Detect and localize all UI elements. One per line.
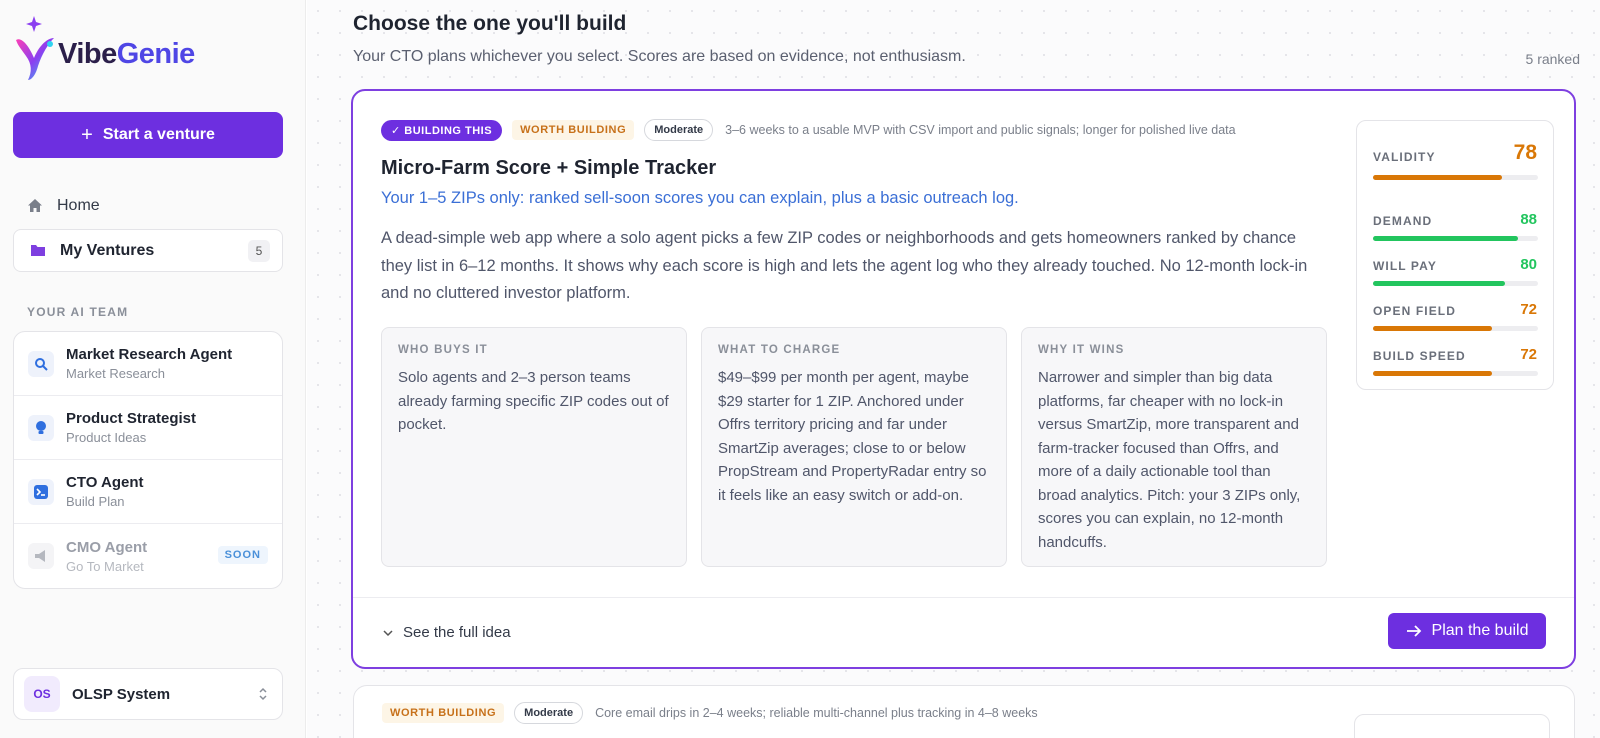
idea-description: A dead-simple web app where a solo agent… [381, 229, 1308, 302]
folder-icon [31, 245, 45, 256]
why-it-wins-box: WHY IT WINS Narrower and simpler than bi… [1021, 327, 1327, 567]
nav-my-ventures[interactable]: My Ventures 5 [13, 229, 283, 272]
agent-market-research[interactable]: Market Research Agent Market Research [14, 332, 282, 396]
agent-subtitle: Go To Market [66, 558, 144, 574]
score-label: OPEN FIELD [1373, 304, 1457, 318]
arrow-right-icon [1406, 625, 1421, 637]
score-value: 80 [1520, 256, 1537, 273]
sidebar: VibeGenie + Start a venture Home My Vent… [0, 0, 306, 738]
agent-cmo: CMO Agent Go To Market SOON [14, 524, 282, 588]
agent-subtitle: Market Research [66, 366, 165, 381]
check-icon: ✓ [391, 124, 405, 137]
score-validity: VALIDITY 78 [1373, 121, 1538, 187]
box-body: Narrower and simpler than big data platf… [1038, 369, 1301, 551]
workspace-avatar: OS [24, 676, 60, 712]
who-buys-box: WHO BUYS IT Solo agents and 2–3 person t… [381, 327, 687, 567]
what-to-charge-box: WHAT TO CHARGE $49–$99 per month per age… [701, 327, 1007, 567]
score-label: WILL PAY [1373, 259, 1437, 273]
score-build-speed: BUILD SPEED 72 [1373, 322, 1538, 376]
timeline-note: Core email drips in 2–4 weeks; reliable … [595, 706, 1038, 720]
agent-name: CMO Agent [66, 538, 148, 556]
difficulty-badge: Moderate [644, 119, 714, 141]
score-will-pay: WILL PAY 80 [1373, 232, 1538, 286]
idea-tags: ✓ BUILDING THIS WORTH BUILDING Moderate … [381, 119, 1236, 141]
chevron-updown-icon [259, 687, 267, 701]
plan-build-button[interactable]: Plan the build [1388, 613, 1546, 649]
box-heading: WHAT TO CHARGE [718, 344, 841, 356]
building-this-badge: ✓ BUILDING THIS [381, 119, 503, 141]
score-label: DEMAND [1373, 214, 1433, 228]
genie-logo-icon [16, 16, 54, 80]
ai-team-heading: YOUR AI TEAM [27, 305, 129, 319]
home-icon [28, 199, 42, 212]
nav-home[interactable]: Home [13, 190, 283, 222]
score-value: 72 [1520, 346, 1537, 363]
brand-name: VibeGenie [58, 38, 195, 71]
score-demand: DEMAND 88 [1373, 187, 1538, 241]
ranked-count: 5 ranked [1525, 51, 1580, 67]
chevron-down-icon [383, 629, 393, 636]
idea-title: Micro-Farm Score + Simple Tracker [381, 157, 717, 179]
agent-name: Market Research Agent [66, 346, 233, 363]
agent-name: Product Strategist [66, 410, 197, 427]
box-heading: WHO BUYS IT [398, 344, 488, 356]
plan-build-label: Plan the build [1431, 622, 1529, 639]
agent-cto[interactable]: CTO Agent Build Plan [14, 460, 282, 524]
search-icon [28, 350, 54, 377]
score-bar-fill [1373, 371, 1492, 376]
card-footer: See the full idea Plan the build [353, 597, 1574, 667]
agent-subtitle: Product Ideas [66, 430, 147, 445]
difficulty-badge: Moderate [514, 702, 584, 724]
agent-subtitle: Build Plan [66, 494, 125, 509]
workspace-switcher[interactable]: OS OLSP System [13, 668, 283, 720]
timeline-note: 3–6 weeks to a usable MVP with CSV impor… [725, 123, 1236, 137]
megaphone-icon [28, 543, 54, 569]
box-body: $49–$99 per month per agent, maybe $29 s… [718, 369, 987, 504]
score-value: 78 [1513, 141, 1537, 164]
page-title: Choose the one you'll build [353, 12, 627, 35]
start-venture-button[interactable]: + Start a venture [13, 112, 283, 158]
score-label: VALIDITY [1373, 150, 1436, 164]
score-value: 72 [1520, 301, 1537, 318]
verdict-badge: WORTH BUILDING [512, 120, 635, 140]
terminal-icon [28, 478, 54, 505]
agent-product-strategist[interactable]: Product Strategist Product Ideas [14, 396, 282, 460]
box-body: Solo agents and 2–3 person teams already… [398, 369, 669, 433]
lightbulb-icon [28, 414, 54, 441]
see-full-idea-toggle[interactable]: See the full idea [383, 624, 511, 641]
nav-home-label: Home [57, 197, 100, 214]
nav-my-ventures-label: My Ventures [60, 241, 155, 259]
brand-name-vibe: Vibe [58, 38, 117, 70]
verdict-badge: WORTH BUILDING [382, 703, 505, 723]
score-bar-track [1373, 175, 1538, 180]
idea-tagline: Your 1–5 ZIPs only: ranked sell-soon sco… [381, 189, 1019, 207]
main-content: Choose the one you'll build Your CTO pla… [307, 0, 1600, 738]
score-value: 88 [1520, 211, 1537, 228]
brand-name-genie: Genie [116, 38, 196, 70]
page-subtitle: Your CTO plans whichever you select. Sco… [353, 48, 966, 65]
ventures-count-badge: 5 [248, 240, 270, 262]
vibegenie-logo[interactable]: VibeGenie [12, 14, 212, 84]
idea-card-selected[interactable]: ✓ BUILDING THIS WORTH BUILDING Moderate … [351, 89, 1576, 669]
score-bar-fill [1373, 175, 1502, 180]
soon-badge: SOON [217, 546, 268, 564]
ai-team-list: Market Research Agent Market Research Pr… [13, 331, 283, 589]
building-tag-label: BUILDING THIS [404, 124, 493, 137]
plus-icon: + [81, 124, 93, 146]
idea-card[interactable]: WORTH BUILDING Moderate Core email drips… [353, 685, 1575, 738]
start-venture-label: Start a venture [102, 126, 215, 143]
score-open-field: OPEN FIELD 72 [1373, 277, 1538, 331]
score-label: BUILD SPEED [1373, 349, 1466, 363]
box-heading: WHY IT WINS [1038, 344, 1125, 356]
score-panel: VALIDITY 78 DEMAND 88 WILL PAY 80 OPEN F… [1356, 120, 1554, 390]
agent-name: CTO Agent [66, 474, 144, 491]
workspace-name: OLSP System [72, 685, 171, 703]
idea-detail-boxes: WHO BUYS IT Solo agents and 2–3 person t… [381, 327, 1327, 567]
idea-tags: WORTH BUILDING Moderate Core email drips… [382, 702, 1038, 724]
see-full-idea-label: See the full idea [403, 624, 511, 641]
score-bar-track [1373, 371, 1538, 376]
score-panel [1354, 714, 1550, 738]
